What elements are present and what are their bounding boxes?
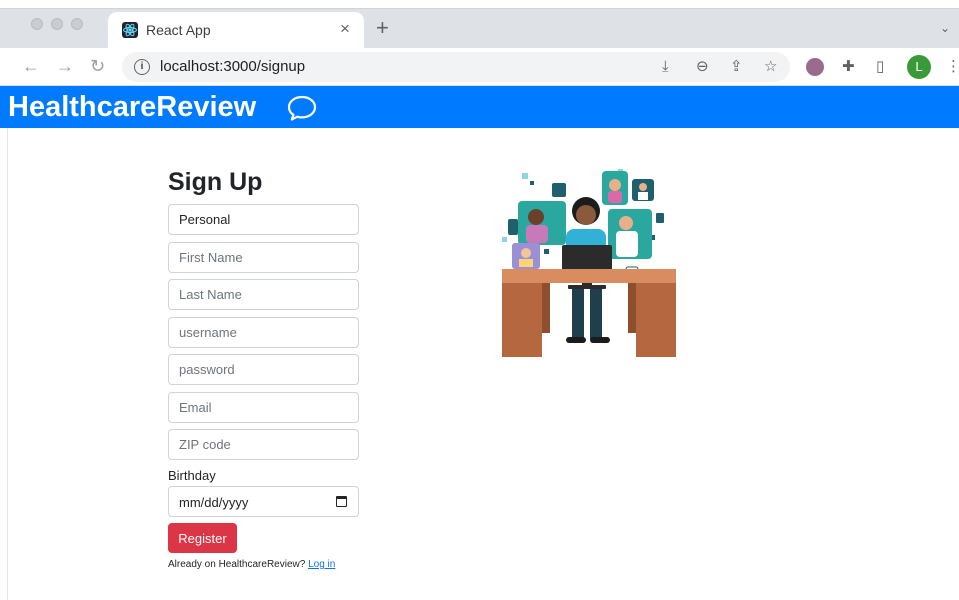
extensions-puzzle-icon[interactable]: ✚ <box>842 57 855 77</box>
telehealth-illustration <box>502 169 676 357</box>
login-prompt: Already on HealthcareReview? Log in <box>168 559 335 570</box>
react-logo-icon <box>122 22 138 38</box>
birthday-date-field[interactable]: mm/dd/yyyy <box>168 486 359 517</box>
address-bar[interactable]: i localhost:3000/signup ⤓ ⊖ ⇪ ☆ <box>122 52 790 82</box>
app-navbar: HealthcareReview <box>0 86 959 128</box>
brand-title[interactable]: HealthcareReview <box>8 91 256 123</box>
browser-toolbar: ← → ↻ i localhost:3000/signup ⤓ ⊖ ⇪ ☆ ✚ … <box>0 48 959 86</box>
extension-avatar-icon[interactable] <box>806 58 824 76</box>
back-arrow-icon[interactable]: ← <box>22 54 40 78</box>
zoom-icon[interactable]: ⊖ <box>696 57 709 77</box>
profile-avatar[interactable]: L <box>907 55 931 79</box>
address-url[interactable]: localhost:3000/signup <box>160 58 305 75</box>
chat-bubble-icon <box>287 95 317 121</box>
birthday-label: Birthday <box>168 468 216 483</box>
browser-tab-bar: React App × + ⌄ <box>0 8 959 49</box>
zip-code-field[interactable] <box>168 429 359 460</box>
browser-tab-react-app[interactable]: React App × <box>108 12 364 49</box>
page-title: Sign Up <box>168 168 263 196</box>
bookmark-star-icon[interactable]: ☆ <box>764 57 777 77</box>
browser-menu-icon[interactable]: ⋮ <box>946 57 959 77</box>
tab-list-chevron-icon[interactable]: ⌄ <box>940 21 950 35</box>
register-button[interactable]: Register <box>168 523 237 553</box>
forward-arrow-icon[interactable]: → <box>56 54 74 78</box>
top-strip <box>0 0 959 8</box>
tab-title: React App <box>146 22 211 38</box>
share-icon[interactable]: ⇪ <box>730 57 743 77</box>
login-prompt-text: Already on HealthcareReview? <box>168 559 306 570</box>
password-field[interactable] <box>168 354 359 385</box>
username-field[interactable] <box>168 317 359 348</box>
account-type-field[interactable] <box>168 204 359 235</box>
window-minimize-control[interactable] <box>51 18 63 30</box>
login-link[interactable]: Log in <box>308 559 335 570</box>
calendar-icon[interactable] <box>336 496 347 507</box>
install-app-icon[interactable]: ⤓ <box>662 57 669 77</box>
site-info-icon[interactable]: i <box>134 59 150 75</box>
window-close-control[interactable] <box>31 18 43 30</box>
birthday-date-placeholder: mm/dd/yyyy <box>179 495 249 510</box>
email-field[interactable] <box>168 392 359 423</box>
reload-icon[interactable]: ↻ <box>90 54 105 78</box>
side-panel-icon[interactable]: ▯ <box>876 57 884 77</box>
last-name-field[interactable] <box>168 279 359 310</box>
new-tab-icon[interactable]: + <box>376 15 389 41</box>
tab-close-icon[interactable]: × <box>340 19 350 39</box>
window-zoom-control[interactable] <box>71 18 83 30</box>
first-name-field[interactable] <box>168 242 359 273</box>
page-left-edge <box>7 128 8 600</box>
